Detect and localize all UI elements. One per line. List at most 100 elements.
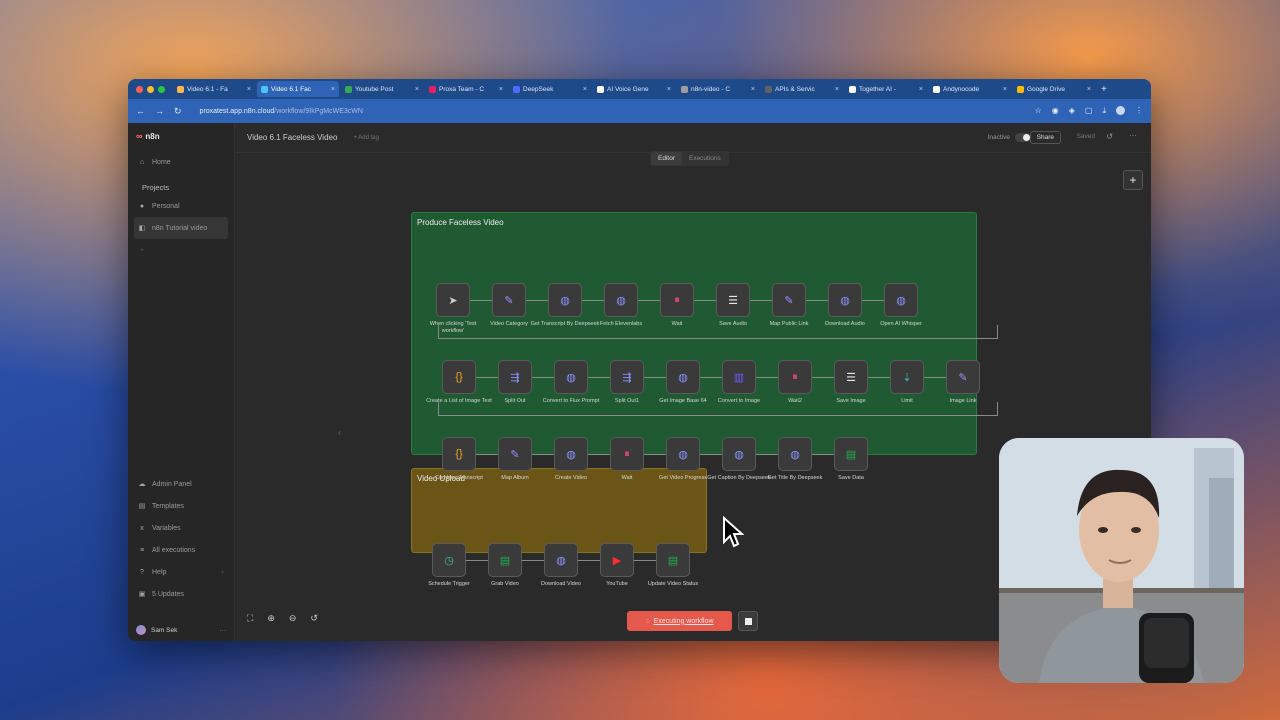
browser-tab[interactable]: Google Drive × — [1013, 81, 1095, 97]
workflow-node[interactable]: ◍ — [554, 437, 588, 471]
workflow-node[interactable]: ▤ — [656, 543, 690, 577]
stop-execution-button[interactable] — [738, 611, 758, 631]
browser-tab[interactable]: n8n-video - C × — [677, 81, 759, 97]
workflow-node[interactable]: ⏸ — [660, 283, 694, 317]
browser-tab[interactable]: Proxa Team - C × — [425, 81, 507, 97]
workflow-node[interactable]: ▶ — [600, 543, 634, 577]
favicon-icon — [429, 85, 436, 93]
workflow-node[interactable]: ⇣ — [890, 360, 924, 394]
sidebar-item-label: Variables — [152, 524, 181, 532]
minimize-window-button[interactable] — [147, 85, 154, 93]
browser-tab[interactable]: Video 6.1 - Fa × — [173, 81, 255, 97]
sidebar-item-add-project[interactable]: + — [128, 239, 234, 261]
workflow-node[interactable]: ◍ — [778, 437, 812, 471]
url-host: proxatest.app.n8n.cloud — [199, 107, 275, 115]
close-tab-icon[interactable]: × — [415, 86, 419, 93]
sidebar-bottom: ☁ Admin Panel ▤ Templates x Variables ≡ All … — [128, 473, 234, 605]
sidebar-item-updates[interactable]: ▣ 5 Updates — [128, 583, 234, 605]
zoom-out-icon[interactable]: ⊖ — [289, 613, 297, 624]
zoom-window-button[interactable] — [158, 85, 165, 93]
workflow-node[interactable]: ◍ — [554, 360, 588, 394]
workflow-node[interactable]: ◍ — [604, 283, 638, 317]
close-window-button[interactable] — [136, 85, 143, 93]
workflow-node[interactable]: ☰ — [834, 360, 868, 394]
zoom-in-icon[interactable]: ⊕ — [267, 613, 275, 624]
close-tab-icon[interactable]: × — [1003, 86, 1007, 93]
browser-tab[interactable]: AI Voice Gene × — [593, 81, 675, 97]
workflow-node[interactable]: ▤ — [834, 437, 868, 471]
close-tab-icon[interactable]: × — [835, 86, 839, 93]
wrap-connection — [438, 325, 998, 339]
user-icon: ● — [139, 202, 145, 210]
node-connection — [634, 560, 656, 561]
n8n-logo[interactable]: ∞ n8n — [128, 129, 234, 143]
close-tab-icon[interactable]: × — [583, 86, 587, 93]
workflow-node[interactable]: ✎ — [772, 283, 806, 317]
workflow-node[interactable]: ◍ — [722, 437, 756, 471]
back-icon[interactable]: ← — [136, 106, 145, 116]
sidebar-item-label: Help — [152, 568, 167, 576]
workflow-node[interactable]: ⏸ — [778, 360, 812, 394]
workflow-node[interactable]: ⇶ — [610, 360, 644, 394]
browser-window: Video 6.1 - Fa × Video 6.1 Fac × Youtube Pos… — [128, 79, 1151, 641]
workflow-node[interactable]: ✎ — [946, 360, 980, 394]
workflow-node[interactable]: ◍ — [548, 283, 582, 317]
close-tab-icon[interactable]: × — [919, 86, 923, 93]
more-icon[interactable]: ··· — [220, 627, 227, 634]
profile-avatar[interactable] — [1116, 106, 1125, 115]
close-tab-icon[interactable]: × — [1087, 86, 1091, 93]
workflow-node[interactable]: ◍ — [544, 543, 578, 577]
workflow-node[interactable]: {} — [442, 360, 476, 394]
sidebar-item-help[interactable]: ? Help › — [128, 561, 234, 583]
close-tab-icon[interactable]: × — [667, 86, 671, 93]
workflow-node[interactable]: ✎ — [492, 283, 526, 317]
workflow-node[interactable]: ⏸ — [610, 437, 644, 471]
browser-tab[interactable]: Andynocode × — [929, 81, 1011, 97]
browser-tab[interactable]: DeepSeek × — [509, 81, 591, 97]
sidebar-item-home[interactable]: ⌂ Home — [128, 151, 234, 173]
workflow-node[interactable]: ◷ — [432, 543, 466, 577]
workflow-node[interactable]: ☰ — [716, 283, 750, 317]
close-tab-icon[interactable]: × — [499, 86, 503, 93]
workflow-node[interactable]: ✎ — [498, 437, 532, 471]
browser-tab[interactable]: Youtube Post × — [341, 81, 423, 97]
workflow-node[interactable]: ◍ — [884, 283, 918, 317]
bookmark-star-icon[interactable]: ☆ — [1035, 106, 1042, 116]
extension-icon-2[interactable]: ◈ — [1069, 106, 1075, 116]
workflow-node[interactable]: ⇶ — [498, 360, 532, 394]
sidebar-item-templates[interactable]: ▤ Templates — [128, 495, 234, 517]
extension-icon[interactable]: ◉ — [1052, 106, 1059, 116]
node-connection — [466, 560, 488, 561]
fit-view-icon[interactable]: ⛶ — [247, 613, 253, 624]
workflow-node[interactable]: ▤ — [488, 543, 522, 577]
workflow-node[interactable]: ◍ — [828, 283, 862, 317]
close-tab-icon[interactable]: × — [331, 86, 335, 93]
workflow-node[interactable]: ◍ — [666, 437, 700, 471]
browser-tab[interactable]: APIs & Servic × — [761, 81, 843, 97]
reload-icon[interactable]: ↻ — [174, 106, 182, 117]
sidebar-item-admin-panel[interactable]: ☁ Admin Panel — [128, 473, 234, 495]
sidebar-item-project[interactable]: ◧ n8n Tutorial video — [134, 217, 228, 239]
close-tab-icon[interactable]: × — [247, 86, 251, 93]
sidebar-item-executions[interactable]: ≡ All executions — [128, 539, 234, 561]
workflow-node[interactable]: {} — [442, 437, 476, 471]
download-icon[interactable]: ⤓ — [1102, 106, 1106, 116]
user-menu[interactable]: Sam Sek ··· — [136, 625, 226, 635]
url-field[interactable]: proxatest.app.n8n.cloud/workflow/9IkPgMc… — [200, 108, 1025, 115]
sidebar-item-variables[interactable]: x Variables — [128, 517, 234, 539]
workflow-node[interactable]: ▥ — [722, 360, 756, 394]
new-tab-icon[interactable]: + — [1101, 84, 1107, 95]
browser-tab[interactable]: Together AI - × — [845, 81, 927, 97]
browser-menu-icon[interactable]: ⋮ — [1135, 106, 1143, 116]
sidebar-item-personal[interactable]: ● Personal — [128, 195, 234, 217]
wrap-connection — [438, 402, 998, 416]
forward-icon[interactable]: → — [155, 106, 164, 116]
workflow-node[interactable]: ➤ — [436, 283, 470, 317]
executing-workflow-button[interactable]: ◌ Executing workflow — [627, 611, 732, 631]
close-tab-icon[interactable]: × — [751, 86, 755, 93]
extensions-puzzle-icon[interactable]: ▢ — [1085, 106, 1093, 116]
tab-title: AI Voice Gene — [607, 85, 649, 93]
workflow-node[interactable]: ◍ — [666, 360, 700, 394]
reset-zoom-icon[interactable]: ↺ — [310, 613, 318, 624]
browser-tab[interactable]: Video 6.1 Fac × — [257, 81, 339, 97]
